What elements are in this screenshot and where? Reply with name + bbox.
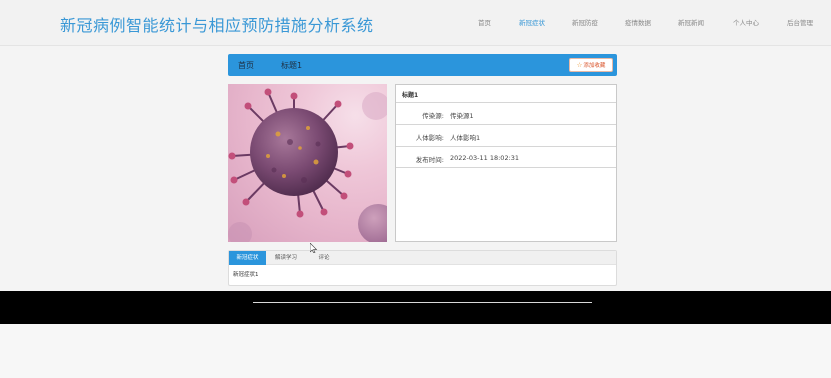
breadcrumb-home[interactable]: 首页	[238, 60, 254, 71]
impact-label: 人体影响:	[415, 134, 444, 142]
published-value: 2022-03-11 18:02:31	[450, 154, 520, 162]
page-bottom	[0, 324, 831, 378]
source-label: 传染源:	[422, 112, 444, 120]
footer	[0, 291, 831, 324]
detail-row-published: 发布时间: 2022-03-11 18:02:31	[396, 146, 616, 168]
source-value: 传染源1	[450, 112, 474, 120]
tab-study[interactable]: 解读学习	[270, 251, 302, 265]
nav-item-admin[interactable]: 后台管理	[787, 17, 813, 27]
main-nav: 首页 新冠症状 新冠防疫 疫情数据 新冠新闻 个人中心 后台管理	[0, 17, 831, 29]
impact-value: 人体影响1	[450, 134, 481, 142]
breadcrumb-current: 标题1	[281, 61, 303, 70]
nav-item-news[interactable]: 新冠新闻	[678, 17, 704, 27]
detail-panel: 标题1 传染源: 传染源1 人体影响: 人体影响1 发布时间: 2022-03-…	[395, 84, 617, 242]
nav-item-prevention[interactable]: 新冠防疫	[572, 17, 598, 27]
tab-symptoms[interactable]: 新冠症状	[229, 251, 266, 265]
star-icon: ☆	[576, 61, 583, 69]
tabs-header: 新冠症状 解读学习 评论	[229, 251, 616, 265]
tab-content: 新冠症状1	[233, 272, 259, 278]
nav-item-symptoms[interactable]: 新冠症状	[519, 17, 545, 27]
detail-tabs: 新冠症状 解读学习 评论 新冠症状1	[228, 250, 617, 286]
footer-divider	[253, 302, 592, 303]
add-favorite-label: 添加收藏	[583, 63, 606, 69]
virus-illustration	[228, 88, 387, 242]
detail-row-source: 传染源: 传染源1	[396, 102, 616, 124]
breadcrumb: 首页 标题1 ☆添加收藏	[228, 54, 617, 76]
published-label: 发布时间:	[415, 156, 444, 164]
nav-item-home[interactable]: 首页	[478, 17, 491, 27]
mouse-cursor-icon	[310, 243, 318, 253]
tab-comments[interactable]: 评论	[311, 251, 337, 265]
detail-row-impact: 人体影响: 人体影响1	[396, 124, 616, 146]
detail-title: 标题1	[402, 92, 419, 99]
nav-item-epidemic-data[interactable]: 疫情数据	[625, 17, 651, 27]
top-header: 新冠病例智能统计与相应预防措施分析系统 首页 新冠症状 新冠防疫 疫情数据 新冠…	[0, 0, 831, 46]
add-favorite-button[interactable]: ☆添加收藏	[569, 58, 613, 72]
virus-image	[228, 84, 387, 242]
nav-item-profile[interactable]: 个人中心	[733, 17, 759, 27]
